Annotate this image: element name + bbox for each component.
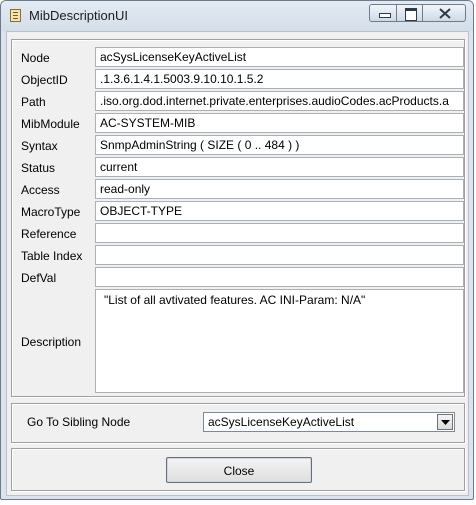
sibling-node-select[interactable]: acSysLicenseKeyActiveList (203, 412, 455, 432)
window-title: MibDescriptionUI (29, 8, 128, 23)
close-window-button[interactable] (422, 4, 466, 22)
access-field[interactable]: read-only (95, 179, 464, 199)
minimize-button[interactable] (369, 4, 397, 22)
close-icon (439, 8, 451, 19)
def-val-field[interactable] (95, 267, 464, 287)
path-label: Path (21, 95, 46, 109)
status-label: Status (21, 161, 56, 175)
mib-module-field[interactable]: AC-SYSTEM-MIB (95, 113, 464, 133)
sibling-node-label: Go To Sibling Node (27, 415, 131, 429)
sibling-node-selected-value: acSysLicenseKeyActiveList (208, 415, 355, 429)
reference-field[interactable] (95, 223, 464, 243)
mib-description-window: MibDescriptionUI Node acSysLicenseKeyAct… (0, 0, 474, 500)
description-label: Description (21, 335, 82, 349)
close-button[interactable]: Close (166, 457, 312, 483)
node-label: Node (21, 51, 50, 65)
macro-type-field[interactable]: OBJECT-TYPE (95, 201, 464, 221)
path-field[interactable]: .iso.org.dod.internet.private.enterprise… (95, 91, 464, 111)
table-index-field[interactable] (95, 245, 464, 265)
macro-type-label: MacroType (21, 205, 81, 219)
table-index-label: Table Index (21, 249, 83, 263)
syntax-label: Syntax (21, 139, 58, 153)
status-field[interactable]: current (95, 157, 464, 177)
client-area: Node acSysLicenseKeyActiveList ObjectID … (6, 31, 469, 496)
node-field[interactable]: acSysLicenseKeyActiveList (95, 47, 464, 67)
def-val-label: DefVal (21, 271, 57, 285)
maximize-button[interactable] (396, 4, 423, 22)
mib-module-label: MibModule (21, 117, 80, 131)
syntax-field[interactable]: SnmpAdminString ( SIZE ( 0 .. 484 ) ) (95, 135, 464, 155)
dropdown-button[interactable] (437, 414, 453, 430)
title-bar[interactable]: MibDescriptionUI (1, 1, 473, 31)
access-label: Access (21, 183, 60, 197)
chevron-down-icon (441, 420, 450, 425)
object-id-field[interactable]: .1.3.6.1.4.1.5003.9.10.10.1.5.2 (95, 69, 464, 89)
reference-label: Reference (21, 227, 77, 241)
document-icon (10, 9, 21, 22)
object-id-label: ObjectID (21, 73, 68, 87)
description-textarea[interactable]: "List of all avtivated features. AC INI-… (95, 289, 464, 393)
